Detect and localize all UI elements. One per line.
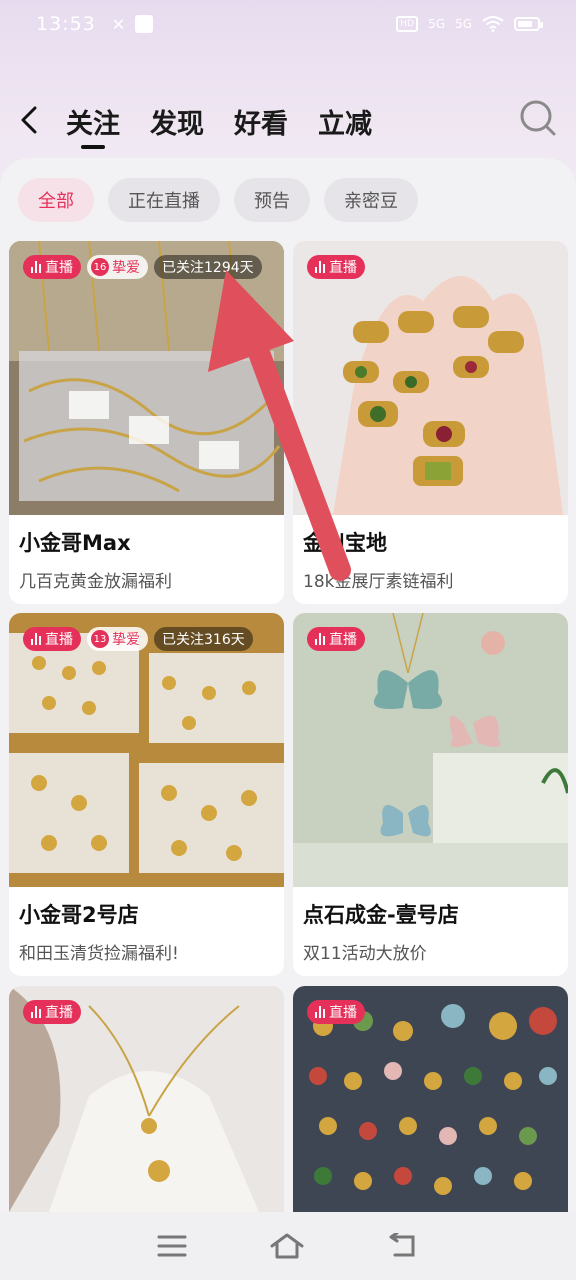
- live-badge-label: 直播: [45, 632, 73, 648]
- back-arrow-icon: [21, 106, 37, 134]
- live-badge: 直播: [23, 1000, 81, 1024]
- live-badge: 直播: [307, 1000, 365, 1024]
- filter-live-now[interactable]: 正在直播: [108, 178, 220, 222]
- live-badge: 直播: [307, 255, 365, 279]
- search-icon: [520, 100, 556, 136]
- menu-icon[interactable]: [157, 1234, 187, 1258]
- live-bars-icon: [315, 261, 325, 273]
- tab-discover[interactable]: 发现: [150, 96, 204, 141]
- card-title: 点石成金-壹号店: [303, 903, 459, 927]
- live-card[interactable]: 直播 16 挚爱 已关注1294天 小金哥Max 几百克黄金放漏福利: [9, 241, 284, 604]
- live-bars-icon: [31, 261, 41, 273]
- notification-app-icon: ✕: [111, 14, 126, 34]
- filter-intimacy-beans[interactable]: 亲密豆: [324, 178, 418, 222]
- card-thumbnail: [9, 241, 284, 515]
- back-nav-icon[interactable]: [387, 1233, 419, 1259]
- live-badge-label: 直播: [329, 1005, 357, 1021]
- fan-label: 挚爱: [112, 260, 140, 276]
- live-badge-label: 直播: [329, 260, 357, 276]
- card-subtitle: 几百克黄金放漏福利: [19, 572, 172, 592]
- filter-preview[interactable]: 预告: [234, 178, 310, 222]
- card-subtitle: 和田玉清货捡漏福利!: [19, 944, 179, 964]
- status-right-icons: HD 5G 5G: [396, 16, 543, 32]
- tab-following[interactable]: 关注: [66, 96, 120, 141]
- card-thumbnail: [293, 241, 568, 515]
- live-card[interactable]: 直播: [293, 986, 568, 1212]
- live-badge: 直播: [23, 627, 81, 651]
- live-bars-icon: [31, 1006, 41, 1018]
- system-nav-bar: [0, 1212, 576, 1280]
- follow-days-badge: 已关注316天: [154, 627, 253, 651]
- 5g-signal-icon: 5G: [428, 17, 446, 31]
- tab-discount[interactable]: 立减: [318, 96, 372, 141]
- card-badges: 直播 13 挚爱 已关注316天: [23, 627, 253, 651]
- fan-label: 挚爱: [112, 632, 140, 648]
- filter-chips: 全部 正在直播 预告 亲密豆: [18, 178, 418, 222]
- fan-badge: 16 挚爱: [87, 255, 148, 279]
- filter-all[interactable]: 全部: [18, 178, 94, 222]
- hd-icon: HD: [396, 16, 419, 32]
- tab-bar: 关注 发现 好看 立减: [66, 96, 372, 141]
- card-badges: 直播: [307, 627, 365, 651]
- wifi-icon: [482, 16, 504, 32]
- card-title: 小金哥2号店: [19, 903, 139, 927]
- live-badge-label: 直播: [45, 1005, 73, 1021]
- live-card[interactable]: 直播 点石成金-壹号店 双11活动大放价: [293, 613, 568, 976]
- status-notification-icons: ✕: [111, 14, 154, 34]
- live-card[interactable]: 直播: [9, 986, 284, 1212]
- card-subtitle: 双11活动大放价: [303, 944, 427, 964]
- card-thumbnail: [293, 613, 568, 887]
- home-icon[interactable]: [269, 1232, 305, 1260]
- status-time: 13:53: [36, 13, 96, 35]
- card-thumbnail: [9, 613, 284, 887]
- fan-level-icon: 16: [91, 258, 109, 276]
- status-bar: 13:53 ✕ HD 5G 5G: [0, 0, 576, 48]
- follow-days-badge: 已关注1294天: [154, 255, 262, 279]
- app-icon: [135, 15, 154, 33]
- card-badges: 直播: [23, 1000, 81, 1024]
- live-bars-icon: [315, 633, 325, 645]
- card-badges: 直播: [307, 1000, 365, 1024]
- battery-icon: [514, 17, 543, 31]
- fan-badge: 13 挚爱: [87, 627, 148, 651]
- live-bars-icon: [31, 633, 41, 645]
- live-card[interactable]: 直播 13 挚爱 已关注316天 小金哥2号店 和田玉清货捡漏福利!: [9, 613, 284, 976]
- live-bars-icon: [315, 1006, 325, 1018]
- back-button[interactable]: [14, 102, 44, 138]
- top-nav: 关注 发现 好看 立减: [0, 96, 576, 146]
- card-subtitle: 18k金展厅素链福利: [303, 572, 454, 592]
- 5g-signal-icon: 5G: [455, 17, 472, 31]
- live-badge-label: 直播: [329, 632, 357, 648]
- tab-good-looking[interactable]: 好看: [234, 96, 288, 141]
- live-badge-label: 直播: [45, 260, 73, 276]
- card-badges: 直播: [307, 255, 365, 279]
- live-badge: 直播: [23, 255, 81, 279]
- card-title: 小金哥Max: [19, 531, 131, 555]
- fan-level-icon: 13: [91, 630, 109, 648]
- live-card[interactable]: 直播 金川宝地 18k金展厅素链福利: [293, 241, 568, 604]
- search-button[interactable]: [518, 98, 558, 138]
- card-badges: 直播 16 挚爱 已关注1294天: [23, 255, 262, 279]
- live-badge: 直播: [307, 627, 365, 651]
- card-title: 金川宝地: [303, 531, 387, 555]
